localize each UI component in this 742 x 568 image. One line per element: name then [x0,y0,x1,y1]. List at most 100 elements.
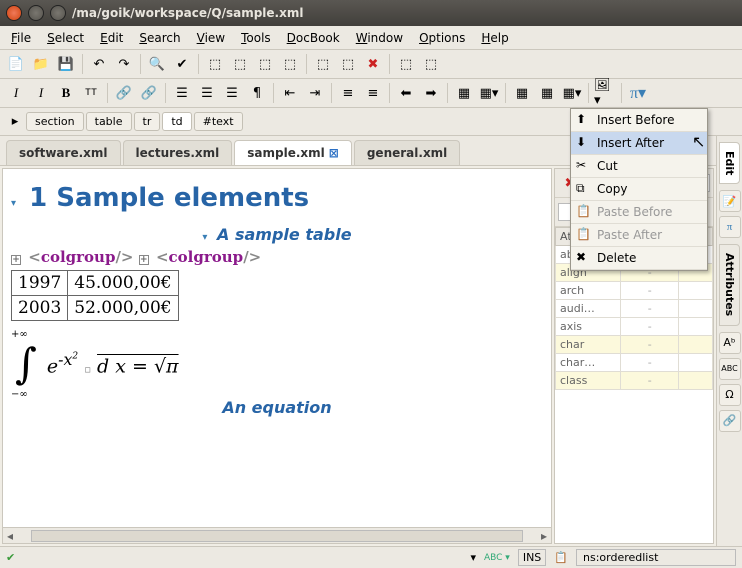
table-button[interactable]: ▦ [452,82,476,104]
window-minimize-icon[interactable] [28,5,44,21]
attributes-vertical-tab[interactable]: Attributes [719,244,740,325]
edit-vertical-tab[interactable]: Edit [719,142,740,184]
menu-edit[interactable]: Edit [93,28,130,48]
status-clipboard-icon[interactable]: 📋 [554,551,568,564]
list-bullet-button[interactable]: ≡ [361,82,385,104]
menu-file[interactable]: File [4,28,38,48]
link-alt-button[interactable]: 🔗 [137,82,161,104]
attr-row[interactable]: class- [556,372,713,390]
table-cell[interactable]: 52.000,00€ [68,296,178,321]
validate-button[interactable]: ✔ [170,53,194,75]
menu-select[interactable]: Select [40,28,91,48]
italic-alt-button[interactable]: I [29,82,53,104]
tab-general-xml[interactable]: general.xml [354,140,460,165]
indent-right-button[interactable]: ⇥ [303,82,327,104]
table-cell[interactable]: 1997 [12,271,68,296]
edit-tool-icon[interactable]: 📝 [719,190,741,212]
context-delete[interactable]: ✖Delete [571,247,707,270]
tab-software-xml[interactable]: software.xml [6,140,121,165]
code-button[interactable]: TT [79,82,103,104]
list-btn-a[interactable]: ☰ [170,82,194,104]
indent-button[interactable]: ➡ [419,82,443,104]
tab-lectures-xml[interactable]: lectures.xml [123,140,233,165]
attr-row[interactable]: arch- [556,282,713,300]
tool-btn-c[interactable]: ⬚ [253,53,277,75]
tab-sample-xml[interactable]: sample.xml⊠ [234,140,352,165]
menu-help[interactable]: Help [474,28,515,48]
menu-view[interactable]: View [190,28,232,48]
context-insert-before[interactable]: ⬆Insert Before [571,109,707,132]
tab-close-icon[interactable]: ⊠ [329,146,339,160]
tool-btn-d[interactable]: ⬚ [278,53,302,75]
menu-window[interactable]: Window [349,28,410,48]
list-btn-c[interactable]: ☰ [220,82,244,104]
expand-icon[interactable]: + [139,255,149,265]
attr-row[interactable]: audi…- [556,300,713,318]
redo-button[interactable]: ↷ [112,53,136,75]
omega-tool-icon[interactable]: Ω [719,384,741,406]
breadcrumb-section[interactable]: section [26,112,84,131]
image-button[interactable]: 🖼▾ [593,82,617,104]
table-grid-button[interactable]: ▦▾ [560,82,584,104]
table-row[interactable]: 199745.000,00€ [12,271,179,296]
table-row[interactable]: 200352.000,00€ [12,296,179,321]
italic-button[interactable]: I [4,82,28,104]
new-file-button[interactable]: 📄 [4,53,28,75]
status-abc-icon[interactable]: ABC ▾ [484,553,510,563]
attr-row[interactable]: char- [556,336,713,354]
tool-btn-a[interactable]: ⬚ [203,53,227,75]
breadcrumb-root-icon[interactable]: ▸ [6,113,24,131]
tool-btn-g[interactable]: ⬚ [394,53,418,75]
menu-docbook[interactable]: DocBook [280,28,347,48]
abc-tool-icon[interactable]: ABC [719,358,741,380]
undo-button[interactable]: ↶ [87,53,111,75]
table-col-button[interactable]: ▦▾ [477,82,501,104]
tool-btn-e[interactable]: ⬚ [311,53,335,75]
table-cell-button[interactable]: ▦ [535,82,559,104]
pi-button[interactable]: π▾ [626,82,650,104]
attributes-table[interactable]: Attri…Value👁abbr-align-arch-audi…-axis-c… [555,227,713,543]
expand-icon[interactable]: + [11,255,21,265]
save-button[interactable]: 💾 [54,53,78,75]
tool-btn-b[interactable]: ⬚ [228,53,252,75]
outdent-button[interactable]: ⬅ [394,82,418,104]
menu-search[interactable]: Search [132,28,187,48]
breadcrumb-hash-text[interactable]: #text [194,112,243,131]
attr-row[interactable]: axis- [556,318,713,336]
status-spell-icon[interactable]: ▾ [470,551,476,564]
delete-button[interactable]: ✖ [361,53,385,75]
context-cut[interactable]: ✂Cut [571,155,707,178]
table-row-button[interactable]: ▦ [510,82,534,104]
sample-table[interactable]: 199745.000,00€200352.000,00€ [11,270,179,321]
editor-view[interactable]: ▾ 1 Sample elements ▾ A sample table + <… [2,168,552,544]
window-maximize-icon[interactable] [50,5,66,21]
context-insert-after[interactable]: ⬇Insert After [571,132,707,155]
table-cell[interactable]: 45.000,00€ [68,271,178,296]
indent-left-button[interactable]: ⇤ [278,82,302,104]
tool-btn-f[interactable]: ⬚ [336,53,360,75]
list-num-button[interactable]: ≡ [336,82,360,104]
window-close-icon[interactable] [6,5,22,21]
attr-row[interactable]: char…- [556,354,713,372]
pi-tool-icon[interactable]: π [719,216,741,238]
link-tool-icon[interactable]: 🔗 [719,410,741,432]
collapse-icon[interactable]: ▾ [11,198,16,209]
breadcrumb-tr[interactable]: tr [134,112,161,131]
open-folder-button[interactable]: 📁 [29,53,53,75]
sup-tool-icon[interactable]: Aᵇ [719,332,741,354]
collapse-icon[interactable]: ▾ [202,232,207,243]
context-copy[interactable]: ⧉Copy [571,178,707,201]
tool-btn-h[interactable]: ⬚ [419,53,443,75]
horizontal-scrollbar[interactable]: ◂▸ [3,527,551,543]
list-btn-b[interactable]: ☰ [195,82,219,104]
breadcrumb-table[interactable]: table [86,112,132,131]
insert-mode-indicator[interactable]: INS [518,549,546,566]
bold-button[interactable]: B [54,82,78,104]
table-cell[interactable]: 2003 [12,296,68,321]
menu-tools[interactable]: Tools [234,28,278,48]
search-button[interactable]: 🔍 [145,53,169,75]
link-button[interactable]: 🔗 [112,82,136,104]
pilcrow-button[interactable]: ¶ [245,82,269,104]
menu-options[interactable]: Options [412,28,472,48]
breadcrumb-td[interactable]: td [162,112,191,131]
